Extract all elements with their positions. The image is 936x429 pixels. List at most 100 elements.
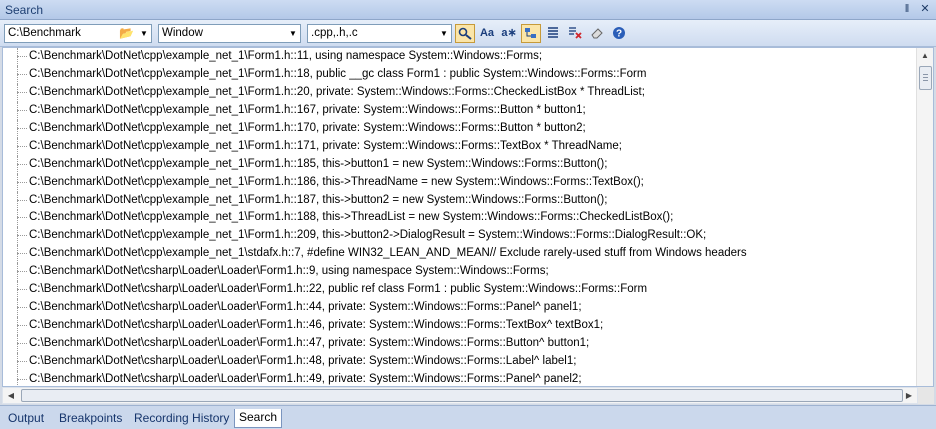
result-text: C:\Benchmark\DotNet\csharp\Loader\Loader… xyxy=(29,372,582,385)
result-text: C:\Benchmark\DotNet\cpp\example_net_1\Fo… xyxy=(29,50,543,62)
clear-results-icon[interactable] xyxy=(565,24,585,43)
tree-line xyxy=(17,155,18,174)
result-row[interactable]: C:\Benchmark\DotNet\csharp\Loader\Loader… xyxy=(3,317,917,336)
tree-connector xyxy=(17,181,27,183)
tree-connector xyxy=(17,378,27,380)
tree-line xyxy=(17,137,18,156)
results-list: C:\Benchmark\DotNet\cpp\example_net_1\Fo… xyxy=(3,48,917,386)
tree-line xyxy=(17,227,18,246)
close-icon[interactable]: ✕ xyxy=(918,2,932,16)
tree-connector xyxy=(17,307,27,309)
result-row[interactable]: C:\Benchmark\DotNet\cpp\example_net_1\Fo… xyxy=(3,155,917,174)
horizontal-scroll-thumb[interactable] xyxy=(21,389,903,402)
tree-connector xyxy=(17,360,27,362)
tab-breakpoints[interactable]: Breakpoints xyxy=(55,409,126,427)
result-row[interactable]: C:\Benchmark\DotNet\cpp\example_net_1\st… xyxy=(3,245,917,264)
list-view-icon[interactable] xyxy=(543,24,563,43)
scrollbar-corner xyxy=(918,387,934,404)
result-row[interactable]: C:\Benchmark\DotNet\cpp\example_net_1\Fo… xyxy=(3,119,917,138)
result-text: C:\Benchmark\DotNet\cpp\example_net_1\Fo… xyxy=(29,67,647,80)
scroll-thumb[interactable] xyxy=(919,66,932,90)
tab-search[interactable]: Search xyxy=(234,409,283,428)
result-text: C:\Benchmark\DotNet\cpp\example_net_1\Fo… xyxy=(29,103,586,116)
pin-icon[interactable]: ‖ xyxy=(900,2,914,16)
scroll-right-icon[interactable]: ▶ xyxy=(901,388,917,403)
tree-line xyxy=(17,335,18,353)
scope-value: Window xyxy=(162,27,203,39)
chevron-down-icon[interactable]: ▼ xyxy=(137,25,151,42)
filetype-combo[interactable]: .cpp,.h,.c ▼ xyxy=(307,24,452,43)
tree-line xyxy=(17,245,18,264)
location-combo[interactable]: C:\Benchmark 📂 ▼ xyxy=(4,24,152,43)
tree-connector xyxy=(17,56,27,57)
result-row[interactable]: C:\Benchmark\DotNet\cpp\example_net_1\Fo… xyxy=(3,83,917,102)
result-row[interactable]: C:\Benchmark\DotNet\csharp\Loader\Loader… xyxy=(3,263,917,282)
result-text: C:\Benchmark\DotNet\cpp\example_net_1\Fo… xyxy=(29,193,608,206)
result-text: C:\Benchmark\DotNet\cpp\example_net_1\Fo… xyxy=(29,211,674,224)
result-text: C:\Benchmark\DotNet\cpp\example_net_1\Fo… xyxy=(29,121,586,134)
bottom-tab-strip: Output Breakpoints Recording History Sea… xyxy=(0,405,936,429)
search-binoculars-icon[interactable] xyxy=(455,24,475,43)
tree-connector xyxy=(17,235,27,237)
tree-connector xyxy=(17,343,27,344)
result-row[interactable]: C:\Benchmark\DotNet\csharp\Loader\Loader… xyxy=(3,281,917,300)
result-text: C:\Benchmark\DotNet\cpp\example_net_1\Fo… xyxy=(29,229,707,242)
tree-line xyxy=(17,48,18,66)
result-row[interactable]: C:\Benchmark\DotNet\cpp\example_net_1\Fo… xyxy=(3,48,917,66)
result-row[interactable]: C:\Benchmark\DotNet\cpp\example_net_1\Fo… xyxy=(3,65,917,84)
result-text: C:\Benchmark\DotNet\csharp\Loader\Loader… xyxy=(29,301,582,314)
scope-combo[interactable]: Window ▼ xyxy=(158,24,301,43)
folder-open-icon[interactable]: 📂 xyxy=(119,26,135,41)
tree-connector xyxy=(17,163,27,165)
tree-line xyxy=(17,83,18,102)
result-text: C:\Benchmark\DotNet\cpp\example_net_1\Fo… xyxy=(29,157,608,170)
tree-line xyxy=(17,65,18,84)
result-row[interactable]: C:\Benchmark\DotNet\cpp\example_net_1\Fo… xyxy=(3,209,917,228)
result-row[interactable]: C:\Benchmark\DotNet\csharp\Loader\Loader… xyxy=(3,299,917,318)
result-row[interactable]: C:\Benchmark\DotNet\cpp\example_net_1\Fo… xyxy=(3,227,917,246)
filetype-value: .cpp,.h,.c xyxy=(311,27,358,39)
result-text: C:\Benchmark\DotNet\cpp\example_net_1\Fo… xyxy=(29,175,644,188)
svg-text:?: ? xyxy=(616,29,622,40)
tree-line xyxy=(17,173,18,192)
tree-line xyxy=(17,101,18,120)
tree-connector xyxy=(17,271,27,273)
chevron-down-icon[interactable]: ▼ xyxy=(286,25,300,42)
vertical-scrollbar[interactable]: ▲ xyxy=(916,48,933,386)
result-row[interactable]: C:\Benchmark\DotNet\cpp\example_net_1\Fo… xyxy=(3,101,917,120)
tree-connector xyxy=(17,289,27,291)
result-text: C:\Benchmark\DotNet\csharp\Loader\Loader… xyxy=(29,337,590,349)
result-row[interactable]: C:\Benchmark\DotNet\cpp\example_net_1\Fo… xyxy=(3,191,917,210)
result-row[interactable]: C:\Benchmark\DotNet\cpp\example_net_1\Fo… xyxy=(3,137,917,156)
result-row[interactable]: C:\Benchmark\DotNet\csharp\Loader\Loader… xyxy=(3,352,917,371)
tree-line xyxy=(17,119,18,138)
result-row[interactable]: C:\Benchmark\DotNet\csharp\Loader\Loader… xyxy=(3,370,917,386)
result-row[interactable]: C:\Benchmark\DotNet\cpp\example_net_1\Fo… xyxy=(3,173,917,192)
match-whole-word-icon[interactable]: a∗ xyxy=(499,24,519,43)
tree-view-icon[interactable] xyxy=(521,24,541,43)
horizontal-scrollbar[interactable]: ◀ ▶ xyxy=(2,387,918,404)
chevron-down-icon[interactable]: ▼ xyxy=(437,25,451,42)
help-icon[interactable]: ? xyxy=(609,24,629,43)
scroll-up-icon[interactable]: ▲ xyxy=(917,48,933,64)
scroll-left-icon[interactable]: ◀ xyxy=(3,388,19,403)
tree-line xyxy=(17,209,18,228)
tree-line xyxy=(17,317,18,336)
tree-line xyxy=(17,191,18,210)
tab-recording-history[interactable]: Recording History xyxy=(130,409,233,427)
tree-connector xyxy=(17,109,27,111)
tab-output[interactable]: Output xyxy=(4,409,48,427)
result-row[interactable]: C:\Benchmark\DotNet\csharp\Loader\Loader… xyxy=(3,335,917,353)
match-case-icon[interactable]: Aa xyxy=(477,24,497,43)
tree-connector xyxy=(17,217,27,219)
result-text: C:\Benchmark\DotNet\csharp\Loader\Loader… xyxy=(29,354,577,367)
eraser-icon[interactable] xyxy=(587,24,607,43)
location-value: C:\Benchmark xyxy=(8,27,81,39)
result-text: C:\Benchmark\DotNet\cpp\example_net_1\Fo… xyxy=(29,139,622,152)
search-toolbar: C:\Benchmark 📂 ▼ Window ▼ .cpp,.h,.c ▼ A… xyxy=(0,20,936,47)
tree-connector xyxy=(17,145,27,147)
tree-line xyxy=(17,263,18,282)
tree-connector xyxy=(17,91,27,93)
tree-connector xyxy=(17,127,27,129)
tree-connector xyxy=(17,253,27,255)
